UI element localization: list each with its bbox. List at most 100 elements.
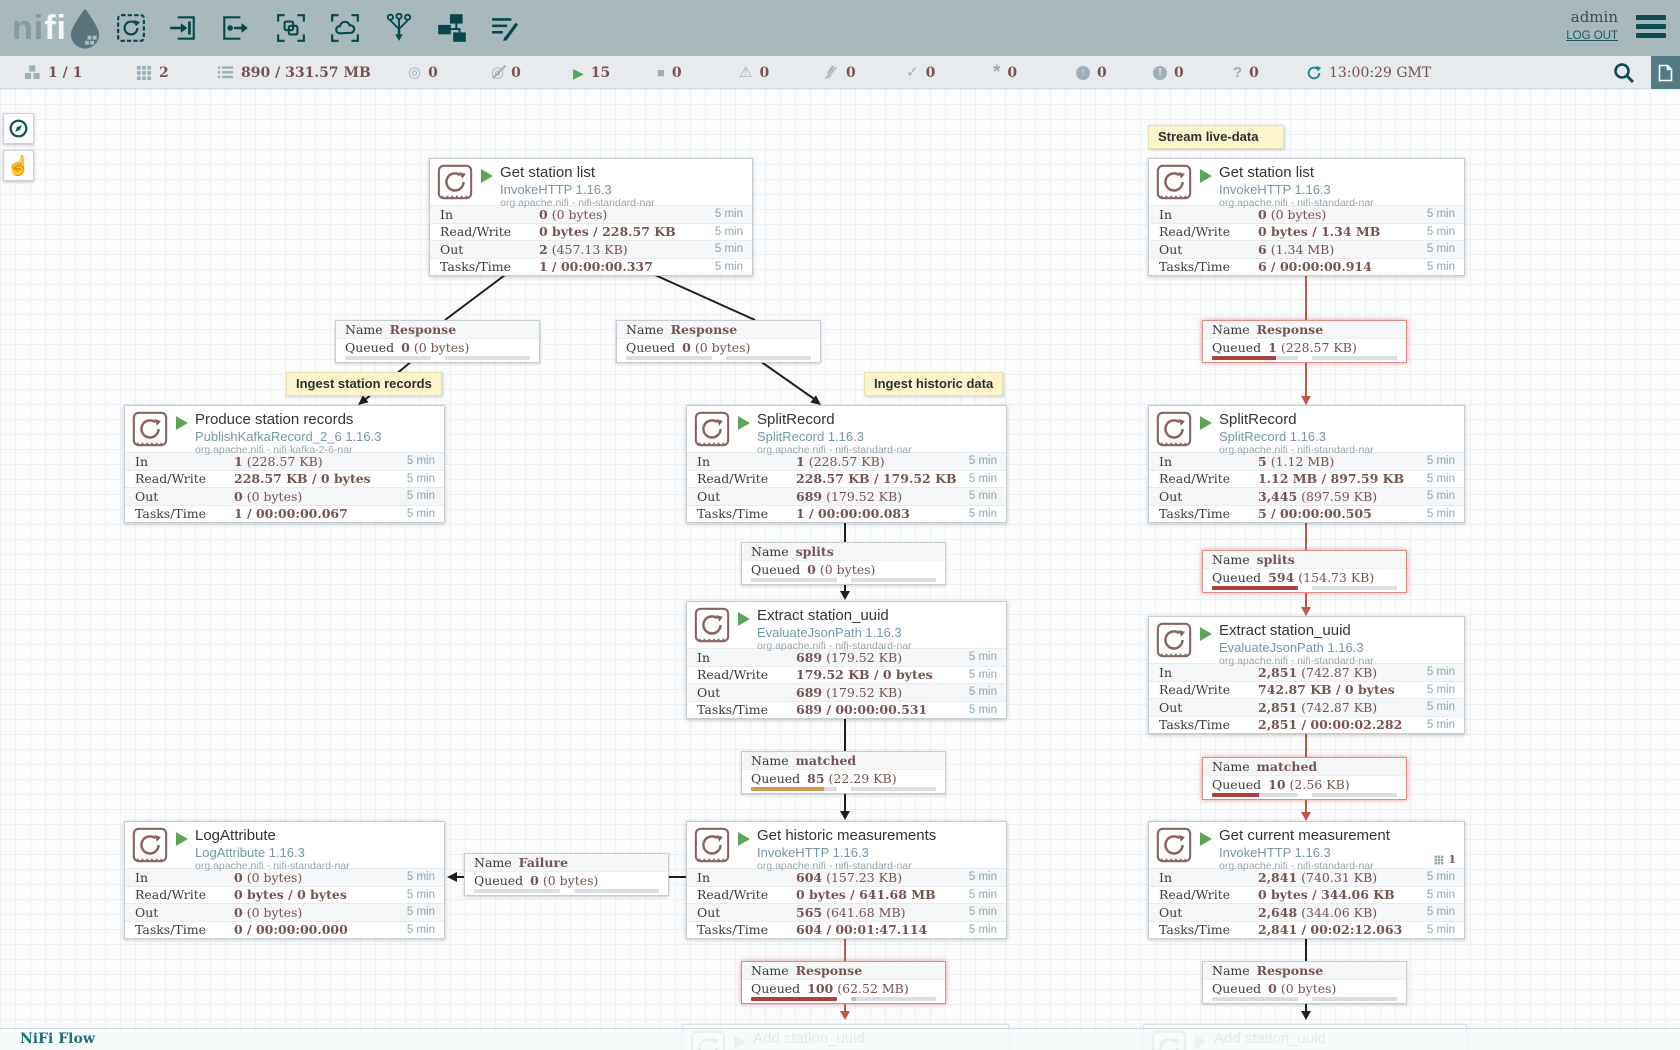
processor-name: LogAttribute (195, 827, 350, 845)
stat-tasks-row: Tasks/Time2,841 / 00:02:12.0635 min (1149, 921, 1464, 939)
processor-icon (1155, 410, 1193, 453)
logout-link[interactable]: LOG OUT (1566, 30, 1618, 42)
funnel-tool-icon[interactable] (384, 13, 414, 43)
backpressure-bars (1203, 997, 1406, 1003)
threads-icon (1434, 855, 1444, 865)
processor-get-station-list-1[interactable]: Get station listInvokeHTTP 1.16.3org.apa… (429, 158, 753, 276)
search-button[interactable] (1612, 61, 1636, 85)
connection-queued-row: Queued0 (0 bytes) (617, 339, 820, 356)
connection-name-row: Namematched (1203, 758, 1406, 776)
processor-type: InvokeHTTP 1.16.3 (500, 182, 655, 197)
stat-out-row: Out565 (641.68 MB)5 min (687, 903, 1006, 921)
connection-failure[interactable]: NameFailure Queued0 (0 bytes) (464, 853, 669, 896)
stat-readwrite-row: Read/Write0 bytes / 0 bytes5 min (125, 886, 444, 904)
processor-bundle: org.apache.nifi - nifi-standard-nar (195, 860, 350, 872)
transmitting-status: ◎0 (408, 56, 438, 89)
run-status-icon (176, 832, 188, 846)
processor-extract-station-uuid-2[interactable]: Extract station_uuidEvaluateJsonPath 1.1… (1148, 616, 1465, 734)
stat-out-row: Out3,445 (897.59 KB)5 min (1149, 487, 1464, 505)
breadcrumb[interactable]: NiFi Flow (20, 1031, 95, 1047)
flow-label-ingest-station-records[interactable]: Ingest station records (286, 372, 442, 396)
processor-splitrecord-1[interactable]: SplitRecordSplitRecord 1.16.3org.apache.… (686, 405, 1007, 523)
backpressure-bars (742, 787, 945, 793)
output-port-tool-icon[interactable] (220, 13, 250, 43)
last-refresh[interactable]: 13:00:29 GMT (1306, 56, 1431, 89)
global-menu-button[interactable] (1636, 15, 1666, 42)
backpressure-bars (1203, 586, 1406, 592)
connection-response-1[interactable]: NameResponse Queued0 (0 bytes) (335, 320, 540, 363)
processor-tool-icon[interactable] (116, 13, 146, 43)
connection-response-5[interactable]: NameResponse Queued0 (0 bytes) (1202, 961, 1407, 1004)
processor-get-historic-measurements[interactable]: Get historic measurementsInvokeHTTP 1.16… (686, 821, 1007, 939)
stat-tasks-row: Tasks/Time1 / 00:00:00.3375 min (430, 258, 752, 276)
nifi-drop-icon (67, 7, 103, 49)
refresh-icon[interactable] (1306, 65, 1322, 81)
breadcrumb-bar: NiFi Flow (0, 1028, 1680, 1050)
remote-process-group-tool-icon[interactable] (330, 13, 360, 43)
transmitting-icon: ◎ (408, 65, 421, 80)
panel-toggle-button[interactable] (1651, 56, 1680, 89)
status-bar: 1 / 1 2 890 / 331.57 MB ◎0 ◎0 ▶15 ■0 ⚠0 … (0, 56, 1680, 89)
run-status-icon (481, 169, 493, 183)
flow-canvas[interactable]: Stream live-data Ingest station records … (0, 89, 1680, 1050)
processor-type: SplitRecord 1.16.3 (757, 429, 912, 444)
processor-get-current-measurement[interactable]: Get current measurementInvokeHTTP 1.16.3… (1148, 821, 1465, 939)
processor-bundle: org.apache.nifi - nifi-standard-nar (1219, 444, 1374, 456)
processor-splitrecord-2[interactable]: SplitRecordSplitRecord 1.16.3org.apache.… (1148, 405, 1465, 523)
processor-icon (1155, 826, 1193, 869)
connection-response-2[interactable]: NameResponse Queued0 (0 bytes) (616, 320, 821, 363)
processor-type: PublishKafkaRecord_2_6 1.16.3 (195, 429, 381, 444)
sync-failure-icon: ? (1233, 65, 1242, 80)
backpressure-bars (1203, 356, 1406, 362)
stat-out-row: Out6 (1.34 MB)5 min (1149, 240, 1464, 258)
locally-modified-status: *0 (993, 56, 1017, 89)
processor-name: SplitRecord (757, 411, 912, 429)
not-transmitting-icon: ◎ (491, 65, 504, 80)
stat-tasks-row: Tasks/Time1 / 00:00:00.0835 min (687, 505, 1006, 523)
navigate-palette-button[interactable] (3, 113, 34, 144)
process-group-tool-icon[interactable] (276, 13, 306, 43)
processor-type: EvaluateJsonPath 1.16.3 (1219, 640, 1374, 655)
processor-name: SplitRecord (1219, 411, 1374, 429)
processor-produce-station-records[interactable]: Produce station recordsPublishKafkaRecor… (124, 405, 445, 523)
processor-get-station-list-2[interactable]: Get station listInvokeHTTP 1.16.3org.apa… (1148, 158, 1465, 276)
label-tool-icon[interactable] (490, 13, 520, 43)
compass-icon (9, 119, 28, 138)
stat-readwrite-row: Read/Write228.57 KB / 0 bytes5 min (125, 470, 444, 488)
connection-matched-1[interactable]: Namematched Queued85 (22.29 KB) (741, 751, 946, 794)
template-tool-icon[interactable] (437, 13, 467, 43)
connection-response-4[interactable]: NameResponse Queued100 (62.52 MB) (741, 961, 946, 1004)
connection-splits-1[interactable]: Namesplits Queued0 (0 bytes) (741, 542, 946, 585)
running-icon: ▶ (573, 66, 584, 80)
stale-status: ↑0 (1076, 56, 1107, 89)
flow-label-ingest-historic-data[interactable]: Ingest historic data (864, 372, 1003, 396)
connection-splits-2[interactable]: Namesplits Queued594 (154.73 KB) (1202, 550, 1407, 593)
processor-bundle: org.apache.nifi - nifi-standard-nar (757, 860, 936, 872)
page-icon (1658, 64, 1673, 82)
processor-bundle: org.apache.nifi - nifi-standard-nar (500, 197, 655, 209)
processor-bundle: org.apache.nifi - nifi-kafka-2-6-nar (195, 444, 381, 456)
connection-queued-row: Queued1 (228.57 KB) (1203, 339, 1406, 356)
stat-tasks-row: Tasks/Time1 / 00:00:00.0675 min (125, 505, 444, 523)
connection-matched-2[interactable]: Namematched Queued10 (2.56 KB) (1202, 757, 1407, 800)
connection-queued-row: Queued0 (0 bytes) (336, 339, 539, 356)
connection-response-3[interactable]: NameResponse Queued1 (228.57 KB) (1202, 320, 1407, 363)
processor-name: Get station list (1219, 164, 1374, 182)
search-icon[interactable] (1612, 61, 1636, 85)
processor-logattribute[interactable]: LogAttributeLogAttribute 1.16.3org.apach… (124, 821, 445, 939)
connection-name-row: NameResponse (617, 321, 820, 339)
processor-extract-station-uuid-1[interactable]: Extract station_uuidEvaluateJsonPath 1.1… (686, 601, 1007, 719)
processor-type: InvokeHTTP 1.16.3 (757, 845, 936, 860)
invalid-status: ⚠0 (739, 56, 769, 89)
stat-tasks-row: Tasks/Time2,851 / 00:00:02.2825 min (1149, 716, 1464, 734)
flow-label-stream-live-data[interactable]: Stream live-data (1148, 125, 1284, 149)
connection-name-row: Namesplits (742, 543, 945, 561)
run-status-icon (1200, 627, 1212, 641)
input-port-tool-icon[interactable] (168, 13, 198, 43)
processor-name: Get current measurement (1219, 827, 1390, 845)
not-transmitting-status: ◎0 (491, 56, 521, 89)
operate-palette-button[interactable]: ☝ (3, 150, 34, 181)
processor-name: Extract station_uuid (1219, 622, 1374, 640)
up-to-date-icon: ✓ (906, 65, 919, 80)
stat-readwrite-row: Read/Write228.57 KB / 179.52 KB5 min (687, 470, 1006, 488)
